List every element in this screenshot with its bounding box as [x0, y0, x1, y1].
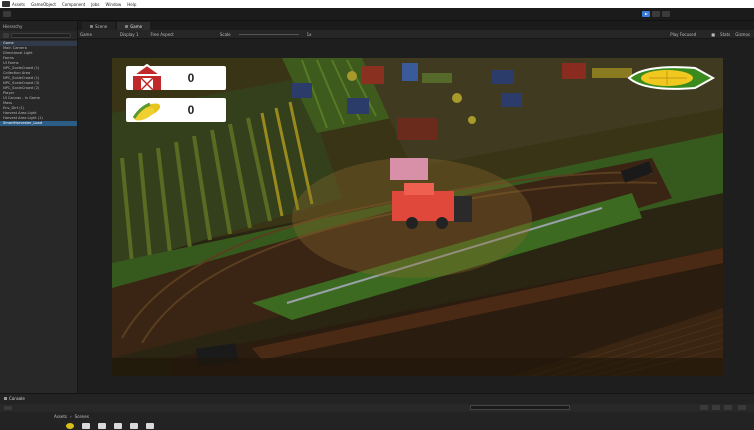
play-button[interactable]: [642, 11, 650, 17]
hierarchy-toolbar: [0, 31, 77, 40]
asset-item[interactable]: [66, 422, 74, 429]
asset-strip: [66, 420, 154, 430]
hierarchy-tab[interactable]: Hierarchy: [0, 21, 77, 31]
corn-count-value: 0: [187, 103, 195, 117]
asset-item[interactable]: [82, 422, 90, 429]
tab-console[interactable]: Console: [4, 395, 25, 402]
breadcrumb-scenes[interactable]: Scenes: [75, 414, 89, 419]
console-tab-label: Console: [9, 396, 25, 401]
scale-value: 1x: [306, 31, 312, 37]
hierarchy-title: Hierarchy: [3, 23, 23, 29]
collapse-icon[interactable]: [738, 405, 746, 410]
view-tabs: Scene Game: [78, 21, 754, 30]
asset-item[interactable]: [98, 422, 106, 429]
corn-badge-icon[interactable]: [625, 62, 717, 94]
menu-bar: Assets GameObject Component Jobs Window …: [0, 0, 754, 8]
display-dropdown[interactable]: Display 1: [120, 32, 139, 37]
asset-item[interactable]: [114, 422, 122, 429]
clear-button[interactable]: [4, 406, 12, 410]
log-count-icon[interactable]: [700, 405, 708, 410]
view-dropdown[interactable]: Game: [80, 32, 92, 37]
scale-slider[interactable]: [238, 33, 299, 35]
hierarchy-item[interactable]: SmartHarvester_Load: [0, 121, 77, 126]
game-options-bar: Game Display 1 Free Aspect Scale 1x Play…: [78, 30, 754, 39]
barn-icon: [130, 63, 164, 91]
corn-icon: [132, 102, 161, 121]
pause-button[interactable]: [652, 11, 660, 17]
asset-item[interactable]: [146, 422, 154, 429]
tab-scene[interactable]: Scene: [82, 22, 116, 30]
step-button[interactable]: [662, 11, 670, 17]
breadcrumb-assets[interactable]: Assets: [54, 414, 67, 419]
menu-gameobject[interactable]: GameObject: [31, 2, 56, 7]
hierarchy-list: Game Main Camera Directional Light Farms UI …: [0, 40, 77, 126]
barn-counter: 0: [126, 63, 226, 91]
unity-logo-icon: [2, 1, 10, 7]
scene-icon: [90, 24, 93, 28]
tab-game-label: Game: [130, 23, 143, 29]
breadcrumb-separator: ›: [70, 413, 72, 419]
hierarchy-search-input[interactable]: [11, 32, 71, 38]
breadcrumb: Assets › Scenes: [54, 413, 89, 419]
menu-component[interactable]: Component: [62, 2, 85, 7]
hierarchy-panel: Hierarchy Game Main Camera Directional Lig…: [0, 21, 78, 393]
corn-counter: 0: [126, 98, 226, 122]
asset-item[interactable]: [130, 422, 138, 429]
gizmos-button[interactable]: Gizmos: [735, 32, 750, 37]
console-toolbar: [0, 404, 754, 412]
console-panel: Console Assets › Scenes: [0, 393, 754, 430]
barn-count-value: 0: [187, 71, 195, 85]
menu-window[interactable]: Window: [105, 2, 121, 7]
game-icon: [125, 24, 129, 28]
game-view-panel: Scene Game Game Display 1 Free Aspect Sc…: [78, 21, 754, 393]
account-icon[interactable]: [3, 11, 11, 17]
menu-help[interactable]: Help: [127, 2, 136, 7]
warning-count-icon[interactable]: [712, 405, 720, 410]
menu-jobs[interactable]: Jobs: [91, 2, 99, 7]
main-toolbar: [0, 8, 754, 21]
aspect-dropdown[interactable]: Free Aspect: [150, 32, 173, 37]
scale-label: Scale: [219, 31, 231, 37]
add-icon[interactable]: [3, 32, 9, 38]
play-focused-dropdown[interactable]: Play Focused: [670, 32, 696, 37]
game-viewport[interactable]: 0 0: [112, 58, 723, 376]
stats-button[interactable]: Stats: [720, 32, 730, 37]
error-count-icon[interactable]: [724, 405, 732, 410]
tab-scene-label: Scene: [95, 23, 108, 29]
mute-icon[interactable]: ■: [711, 32, 715, 37]
tab-game[interactable]: Game: [117, 22, 151, 30]
console-icon: [4, 397, 7, 400]
console-search-input[interactable]: [470, 405, 570, 410]
menu-assets[interactable]: Assets: [12, 2, 25, 7]
